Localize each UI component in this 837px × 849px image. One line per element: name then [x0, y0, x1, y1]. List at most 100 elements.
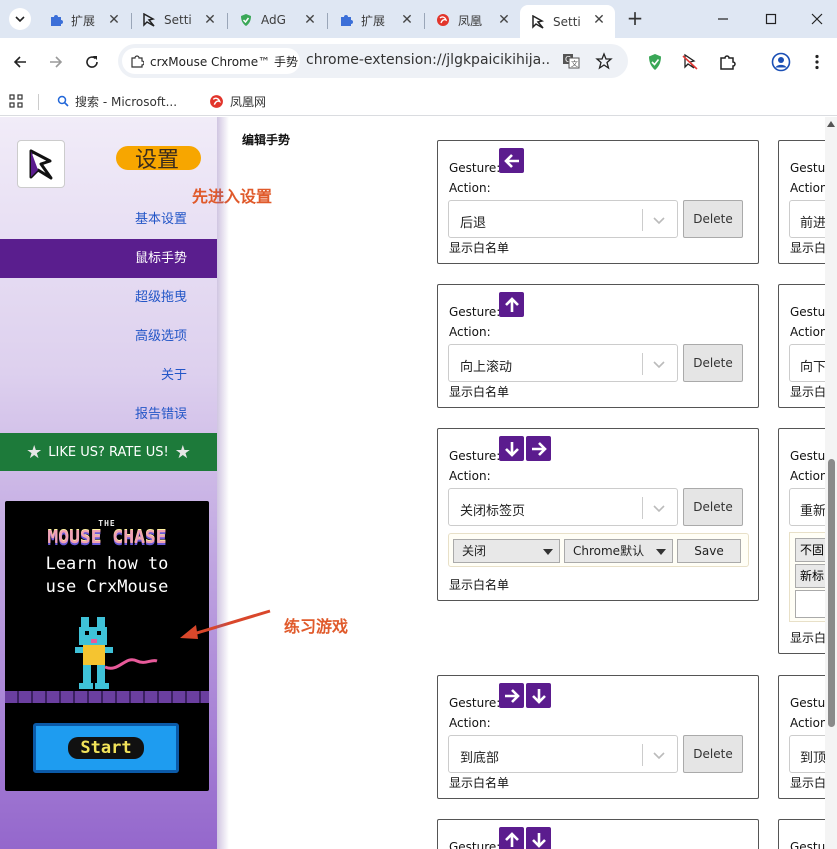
url-text[interactable]: chrome-extension://jlgkpaicikihija...: [306, 52, 551, 68]
after-close-select[interactable]: Chrome默认: [564, 539, 673, 563]
tab-extensions-2[interactable]: 扩展 ✕: [328, 5, 423, 35]
bookmark-phoenix[interactable]: 凤凰网: [209, 91, 266, 111]
reload-button[interactable]: [80, 50, 104, 74]
close-icon[interactable]: ✕: [302, 12, 318, 28]
bookmarks-bar: 搜索 - Microsoft... 凤凰网: [0, 86, 837, 116]
mouse-character-icon: [75, 617, 158, 689]
action-select[interactable]: 向上滚动: [448, 344, 678, 382]
sidebar-item-mouse-gestures[interactable]: 鼠标手势: [0, 239, 217, 278]
gesture-card: Gesture: Action: 到底部 Delete 显示白名单: [437, 675, 759, 799]
show-whitelist-link[interactable]: 显示白: [790, 774, 826, 791]
game-title: MOUSE CHASE: [47, 527, 167, 548]
section-title: 编辑手势: [242, 133, 291, 147]
sidebar-item-about[interactable]: 关于: [0, 356, 217, 395]
action-select[interactable]: 关闭标签页: [448, 488, 678, 526]
apps-grid-icon: [9, 94, 23, 108]
puzzle-icon: [338, 12, 354, 28]
close-icon[interactable]: ✕: [106, 12, 122, 28]
show-whitelist-link[interactable]: 显示白: [790, 629, 826, 646]
address-bar[interactable]: crxMouse Chrome™ 手势 chrome-extension://j…: [118, 44, 628, 78]
profile-icon[interactable]: [770, 51, 792, 73]
arrow-down-icon: [499, 436, 524, 461]
delete-button[interactable]: Delete: [683, 488, 743, 526]
show-whitelist-link[interactable]: 显示白: [790, 239, 826, 256]
save-button[interactable]: Save: [677, 539, 741, 563]
show-whitelist-link[interactable]: 显示白: [790, 383, 826, 400]
crxmouse-disabled-icon[interactable]: [679, 51, 701, 73]
gesture-arrows: [499, 292, 524, 317]
rate-us-banner[interactable]: ★ LIKE US? RATE US! ★: [0, 433, 217, 471]
adguard-extension-icon[interactable]: [644, 51, 666, 73]
action-label: Action:: [449, 181, 491, 195]
arrow-down-icon: [526, 827, 551, 849]
delete-button[interactable]: Delete: [683, 344, 743, 382]
extensions-menu-icon[interactable]: [716, 51, 738, 73]
tab-strip: 扩展 ✕ Setti ✕ AdG ✕ 扩展 ✕ 凤凰 ✕ Setti ✕ +: [0, 0, 837, 38]
settings-title-pill: 设置: [116, 146, 201, 173]
after-close-value: Chrome默认: [573, 544, 645, 558]
tab-settings-1[interactable]: Setti ✕: [131, 5, 226, 35]
bookmark-bing[interactable]: 搜索 - Microsoft...: [57, 91, 177, 111]
bookmark-star-icon[interactable]: [595, 52, 613, 70]
action-label: Action: [790, 181, 828, 195]
tab-settings-active[interactable]: Setti ✕: [520, 5, 615, 38]
scrollbar-thumb[interactable]: [828, 459, 835, 727]
sidebar-item-advanced[interactable]: 高级选项: [0, 317, 217, 356]
translate-icon[interactable]: G文: [562, 52, 580, 70]
reload-icon: [86, 56, 98, 68]
close-icon[interactable]: ✕: [496, 12, 512, 28]
close-icon[interactable]: ✕: [591, 12, 607, 28]
site-info-chip[interactable]: crxMouse Chrome™ 手势: [122, 48, 300, 74]
action-value: 重新: [800, 504, 827, 519]
close-option-select[interactable]: 关闭: [453, 539, 560, 563]
star-icon: ★: [26, 441, 43, 463]
sidebar-item-basic-settings[interactable]: 基本设置: [0, 200, 217, 239]
mouse-chase-game-ad[interactable]: THE MOUSE CHASE Learn how to use CrxMous…: [5, 501, 209, 791]
minimize-button[interactable]: [712, 8, 734, 30]
kebab-menu-icon[interactable]: [806, 51, 828, 73]
delete-button[interactable]: Delete: [683, 735, 743, 773]
gesture-card: Gesture: Action: 向上滚动 Delete 显示白名单: [437, 284, 759, 408]
maximize-button[interactable]: [760, 8, 782, 30]
forward-button[interactable]: [44, 50, 68, 74]
close-icon[interactable]: ✕: [202, 12, 218, 28]
close-icon[interactable]: ✕: [399, 12, 415, 28]
action-select[interactable]: 到底部: [448, 735, 678, 773]
gesture-label: Gesture:: [449, 840, 501, 849]
sidebar: 设置 先进入设置 基本设置 鼠标手势 超级拖曳 高级选项 关于 报告错误 ★ L…: [0, 117, 272, 849]
gesture-label: Gesture:: [449, 161, 501, 175]
gesture-arrows: [499, 683, 551, 708]
action-label: Action: [790, 325, 828, 339]
svg-text:文: 文: [571, 59, 578, 68]
new-tab-button[interactable]: +: [625, 8, 645, 29]
apps-button[interactable]: [9, 91, 23, 111]
tab-search-button[interactable]: [9, 8, 31, 30]
gesture-label: Gesture:: [449, 449, 501, 463]
tab-adguard[interactable]: AdG ✕: [228, 5, 326, 35]
extension-settings-page: 设置 先进入设置 基本设置 鼠标手势 超级拖曳 高级选项 关于 报告错误 ★ L…: [0, 117, 837, 849]
crxmouse-icon: [530, 14, 546, 30]
arrow-up-icon: [499, 827, 524, 849]
show-whitelist-link[interactable]: 显示白名单: [449, 576, 509, 593]
page-scrollbar[interactable]: [825, 117, 837, 849]
chevron-down-icon: [15, 16, 25, 23]
scroll-up-icon[interactable]: [827, 121, 835, 127]
tab-extensions-1[interactable]: 扩展 ✕: [38, 5, 130, 35]
arrow-left-icon: [499, 148, 524, 173]
action-label: Action:: [449, 469, 491, 483]
show-whitelist-link[interactable]: 显示白名单: [449, 239, 509, 256]
sidebar-item-report-bug[interactable]: 报告错误: [0, 395, 217, 434]
back-button[interactable]: [8, 50, 32, 74]
arrow-up-icon: [499, 292, 524, 317]
gesture-card: Gesture: Action: 关闭标签页 Delete 关闭 Chrome默…: [437, 428, 759, 601]
delete-button[interactable]: Delete: [683, 200, 743, 238]
game-start-button[interactable]: Start: [33, 723, 179, 773]
show-whitelist-link[interactable]: 显示白名单: [449, 774, 509, 791]
tab-phoenix[interactable]: 凤凰 ✕: [425, 5, 520, 35]
action-select[interactable]: 后退: [448, 200, 678, 238]
sidebar-item-super-drag[interactable]: 超级拖曳: [0, 278, 217, 317]
gesture-label: Gestu: [790, 161, 826, 175]
window-close-button[interactable]: [806, 8, 828, 30]
action-value: 到顶: [800, 751, 827, 766]
show-whitelist-link[interactable]: 显示白名单: [449, 383, 509, 400]
